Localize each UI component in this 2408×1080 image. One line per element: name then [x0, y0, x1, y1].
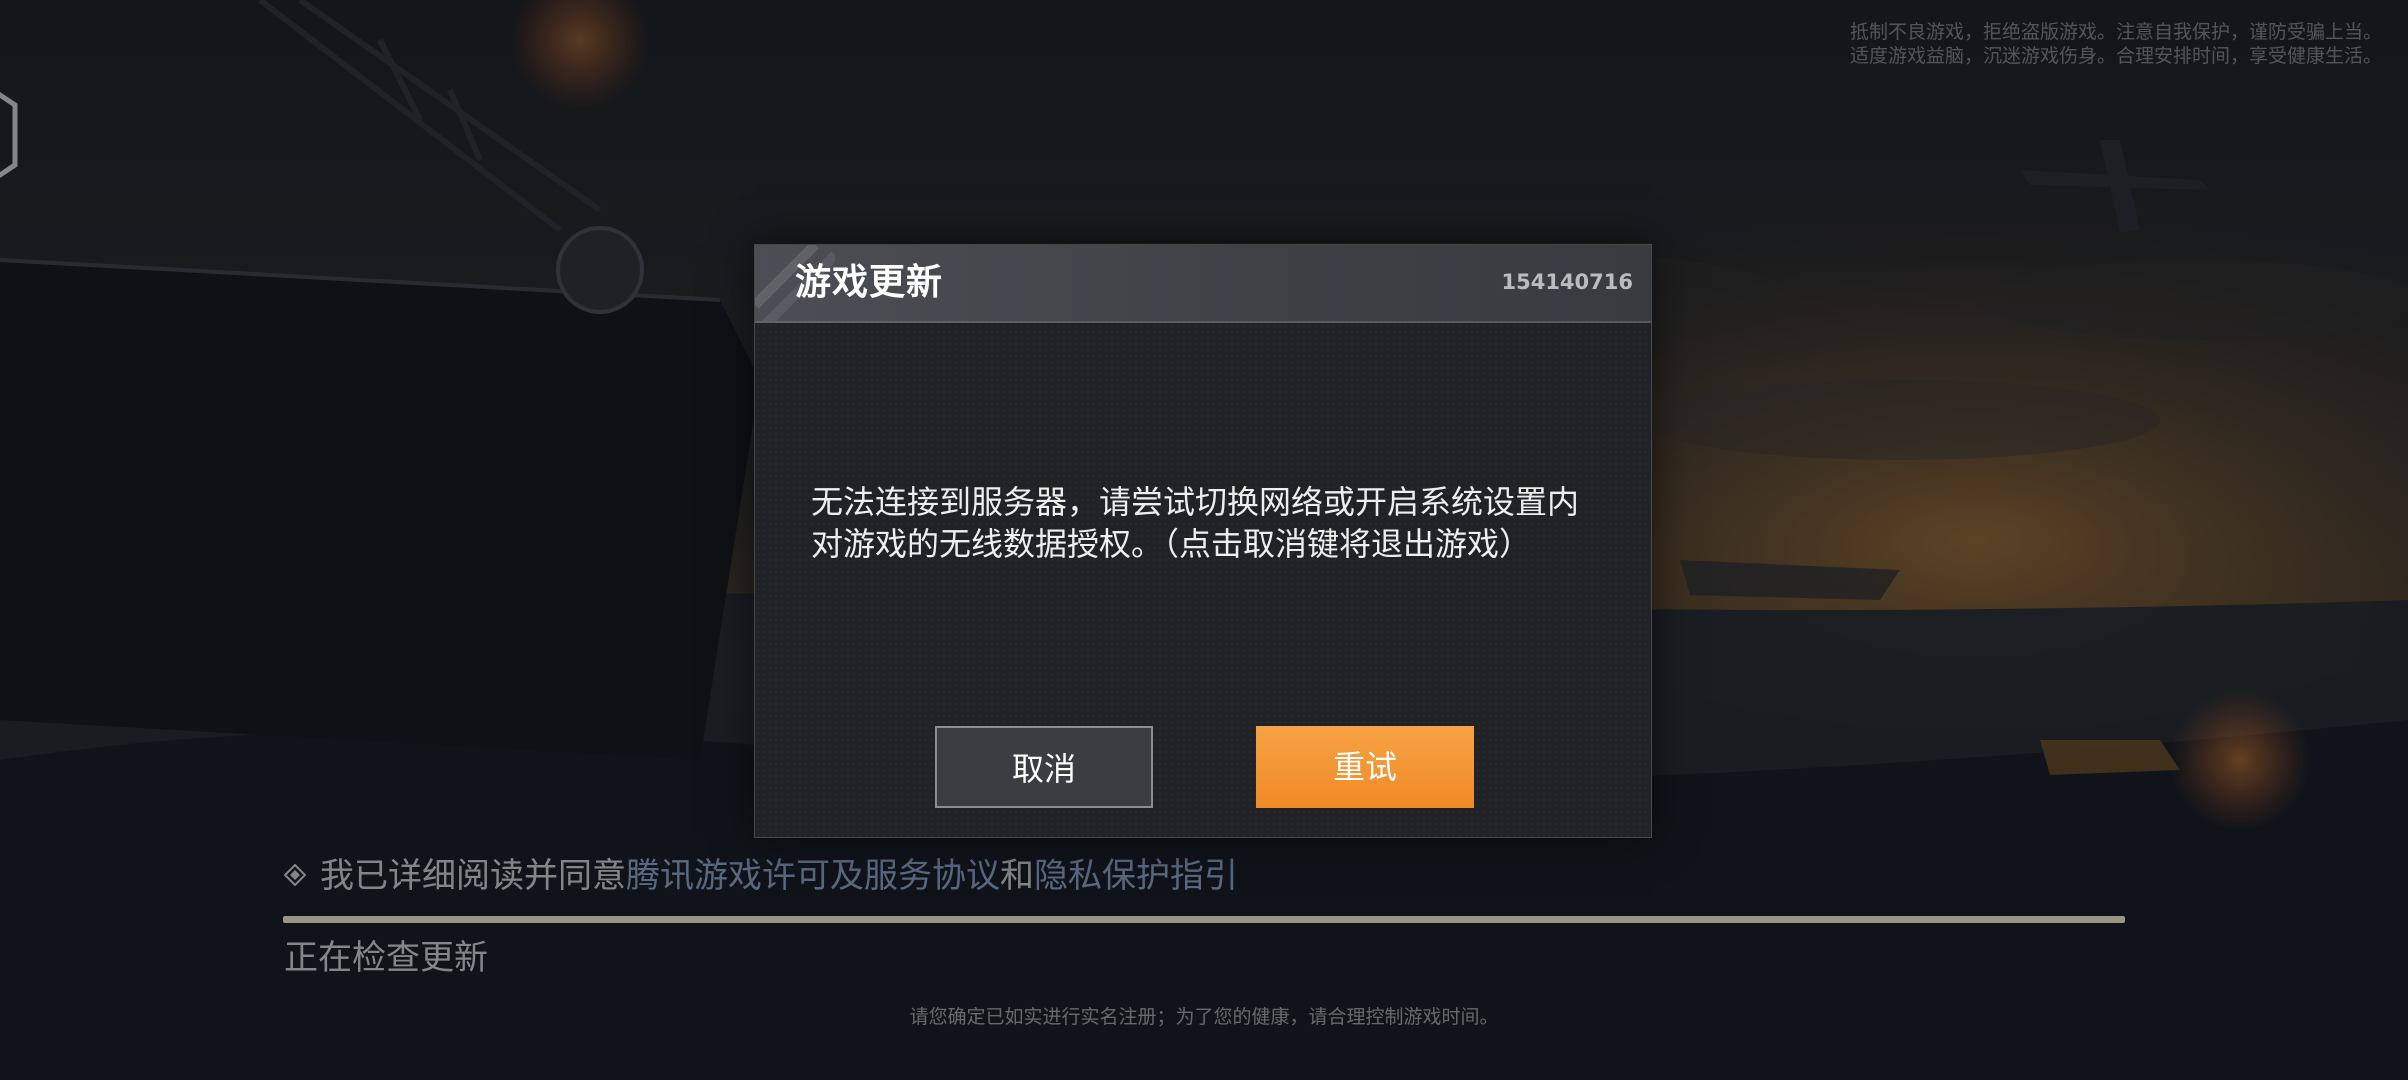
retry-button[interactable]: 重试 — [1256, 726, 1474, 808]
update-dialog: 游戏更新 154140716 无法连接到服务器，请尝试切换网络或开启系统设置内 … — [754, 244, 1652, 838]
agreement-prefix: 我已详细阅读并同意 — [320, 856, 626, 896]
update-status-text: 正在检查更新 — [284, 938, 488, 978]
update-progress-fill — [283, 916, 2125, 923]
cancel-button[interactable]: 取消 — [935, 726, 1153, 808]
dialog-message: 无法连接到服务器，请尝试切换网络或开启系统设置内 对游戏的无线数据授权。（点击取… — [811, 481, 1601, 565]
realname-notice: 请您确定已如实进行实名注册；为了您的健康，请合理控制游戏时间。 — [909, 1006, 1499, 1028]
checkbox-diamond-icon[interactable] — [284, 863, 306, 886]
update-progress-bar — [283, 916, 2125, 923]
dialog-error-code: 154140716 — [1501, 270, 1633, 294]
license-agreement-link[interactable]: 腾讯游戏许可及服务协议 — [626, 856, 1000, 896]
dialog-message-line1: 无法连接到服务器，请尝试切换网络或开启系统设置内 — [811, 483, 1580, 521]
agreement-and: 和 — [1000, 856, 1034, 896]
dialog-title: 游戏更新 — [795, 262, 944, 303]
privacy-policy-link[interactable]: 隐私保护指引 — [1034, 856, 1238, 896]
agreement-row[interactable]: 我已详细阅读并同意腾讯游戏许可及服务协议和隐私保护指引 — [284, 856, 1238, 896]
dialog-header: 游戏更新 154140716 — [755, 245, 1651, 323]
dialog-message-line2: 对游戏的无线数据授权。（点击取消键将退出游戏） — [811, 525, 1532, 563]
